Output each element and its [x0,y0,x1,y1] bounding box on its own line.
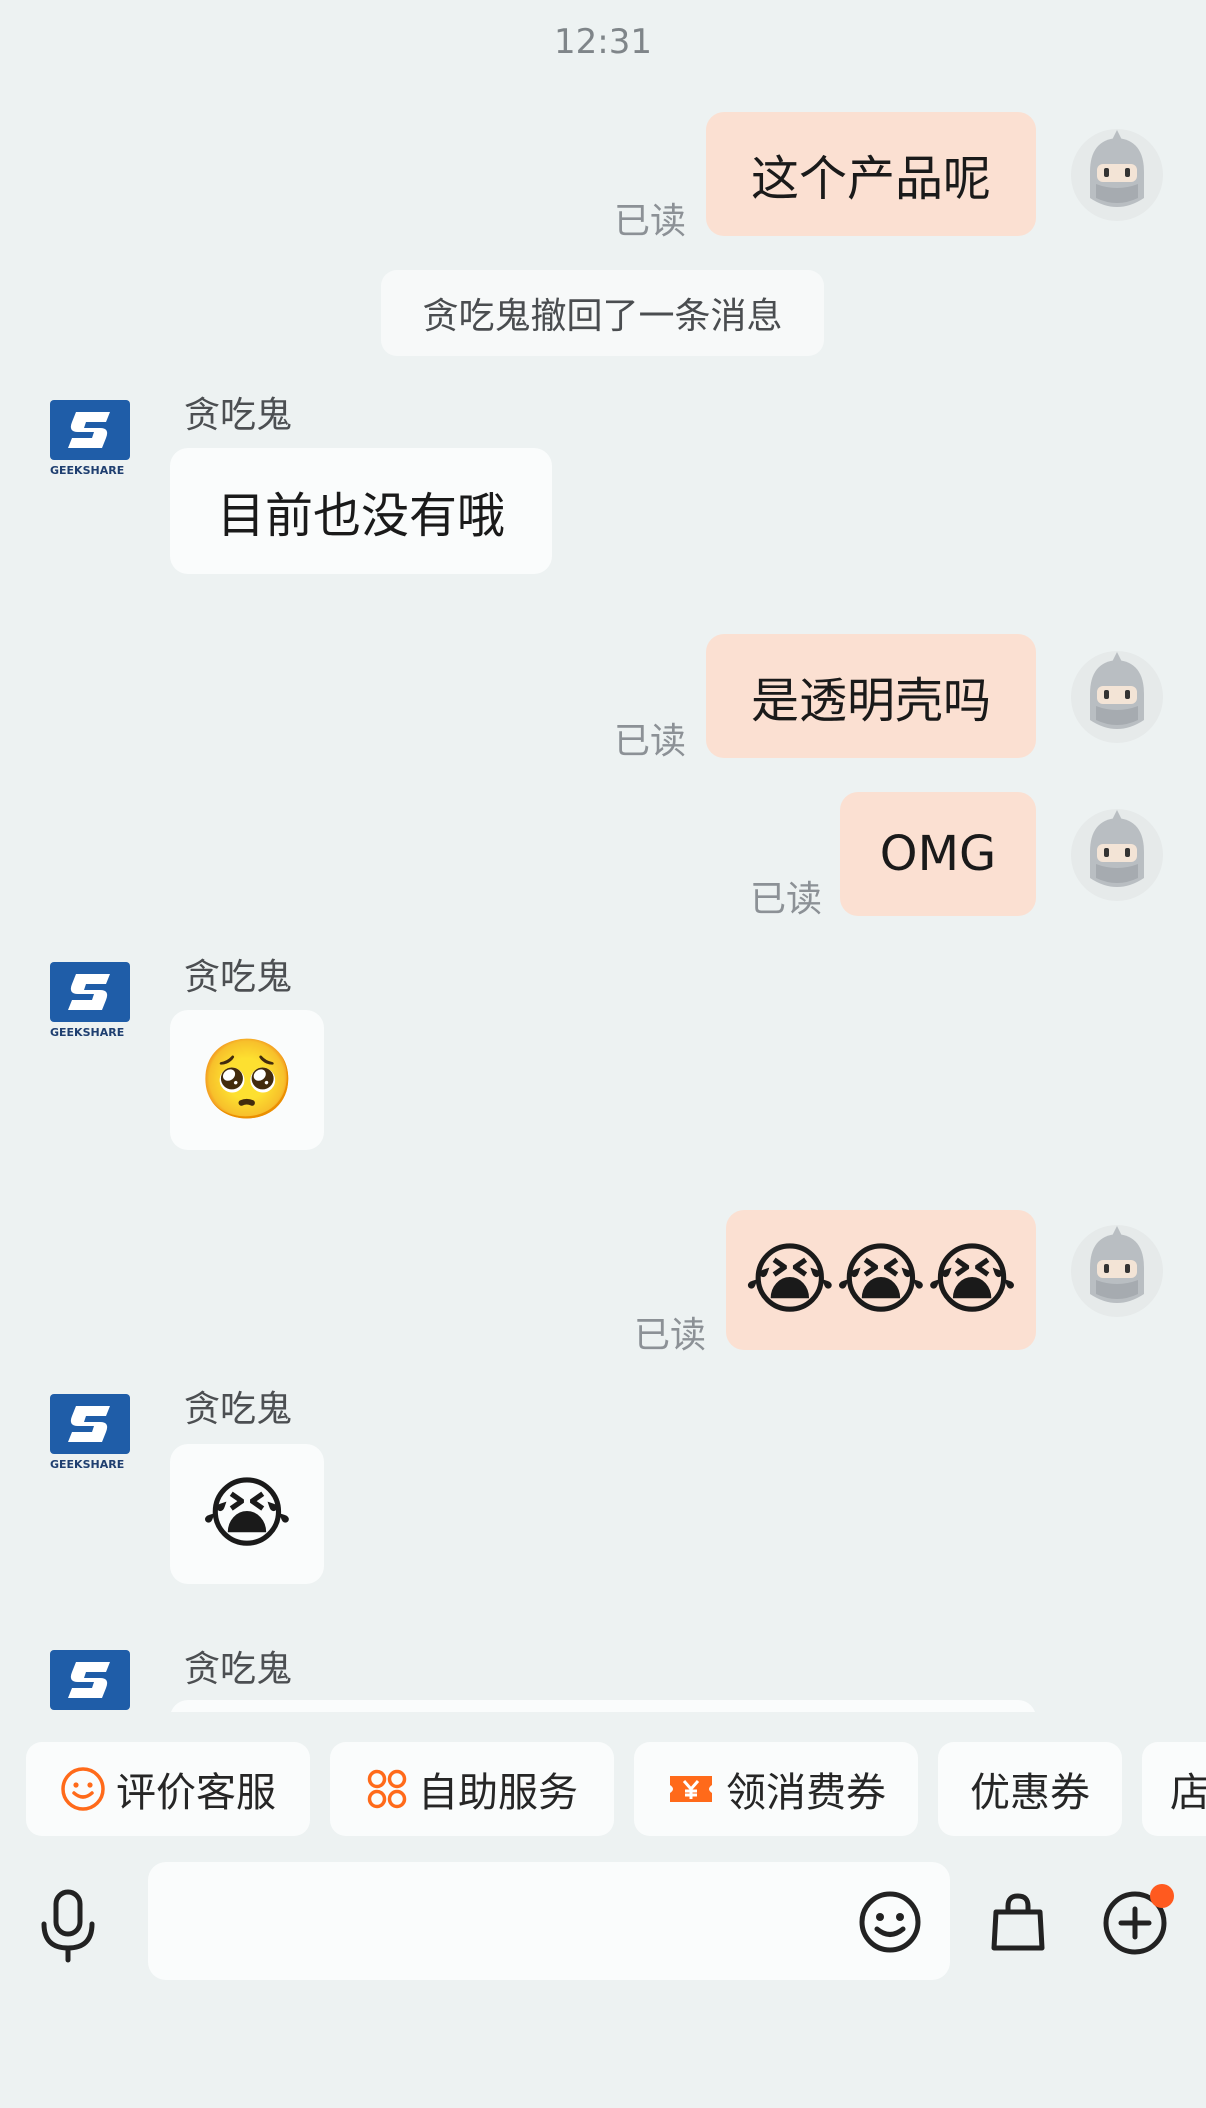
input-bar [0,1860,1206,1990]
user-avatar[interactable] [1070,1224,1164,1318]
shop-avatar[interactable] [48,1648,140,1712]
svg-text:GEEKSHARE: GEEKSHARE [50,464,124,477]
sad-relieved-face-emoji: 😭 [201,1469,293,1559]
sender-name: 贪吃鬼 [184,395,293,436]
shop-avatar[interactable]: GEEKSHARE [48,1392,140,1474]
shopping-bag-icon[interactable] [986,1890,1050,1954]
message-outgoing[interactable]: 😭😭😭 [726,1210,1036,1350]
message-text: 这个产品呢 [750,151,991,207]
chat-area[interactable]: 12:31 这个产品呢 已读 贪吃鬼撤回了一条消息 GEEKSHARE 贪吃鬼 … [0,0,1206,1712]
user-avatar[interactable] [1070,650,1164,744]
recall-notice: 贪吃鬼撤回了一条消息 [381,270,824,356]
message-incoming-partial[interactable] [170,1700,1036,1712]
read-receipt: 已读 [750,879,823,920]
chip-label: 自助服务 [418,1770,578,1816]
message-text: 目前也没有哦 [216,488,505,544]
message-outgoing[interactable]: OMG [840,792,1036,916]
crying-face-emoji: 😭😭😭 [744,1235,1018,1325]
sender-name: 贪吃鬼 [184,1389,293,1430]
microphone-icon[interactable] [36,1888,100,1964]
message-incoming[interactable]: 🥺 [170,1010,324,1150]
discount-coupon-button[interactable]: 优惠券 [938,1742,1122,1836]
message-input[interactable] [148,1862,950,1980]
read-receipt: 已读 [634,1315,707,1356]
shop-avatar[interactable]: GEEKSHARE [48,960,140,1042]
message-incoming[interactable]: 😭 [170,1444,324,1584]
chip-label: 店 [1170,1770,1206,1816]
message-incoming[interactable]: 目前也没有哦 [170,448,552,574]
rate-service-button[interactable]: 评价客服 [26,1742,310,1836]
grid-icon [367,1769,407,1809]
read-receipt: 已读 [614,721,687,762]
coupon-ticket-icon [670,1776,712,1802]
sender-name: 贪吃鬼 [184,1649,293,1690]
timestamp: 12:31 [554,22,652,62]
chip-label: 优惠券 [970,1770,1090,1816]
svg-text:GEEKSHARE: GEEKSHARE [50,1458,124,1471]
shop-avatar[interactable]: GEEKSHARE [48,398,140,480]
message-outgoing[interactable]: 这个产品呢 [706,112,1036,236]
user-avatar[interactable] [1070,128,1164,222]
store-button[interactable]: 店 [1142,1742,1206,1836]
message-text: OMG [879,826,997,882]
read-receipt: 已读 [614,201,687,242]
sender-name: 贪吃鬼 [184,957,293,998]
smiley-icon[interactable] [858,1890,922,1954]
smiley-icon [61,1767,105,1811]
message-text: 是透明壳吗 [750,673,991,729]
self-service-button[interactable]: 自助服务 [330,1742,614,1836]
quick-action-bar[interactable]: 评价客服 自助服务 领消费券 优惠券 店 [0,1742,1206,1838]
chip-label: 领消费券 [726,1770,886,1816]
pleading-face-emoji: 🥺 [198,1035,296,1125]
notification-dot [1150,1884,1174,1908]
svg-text:GEEKSHARE: GEEKSHARE [50,1026,124,1039]
chip-label: 评价客服 [116,1770,276,1816]
user-avatar[interactable] [1070,808,1164,902]
message-outgoing[interactable]: 是透明壳吗 [706,634,1036,758]
claim-coupon-button[interactable]: 领消费券 [634,1742,918,1836]
